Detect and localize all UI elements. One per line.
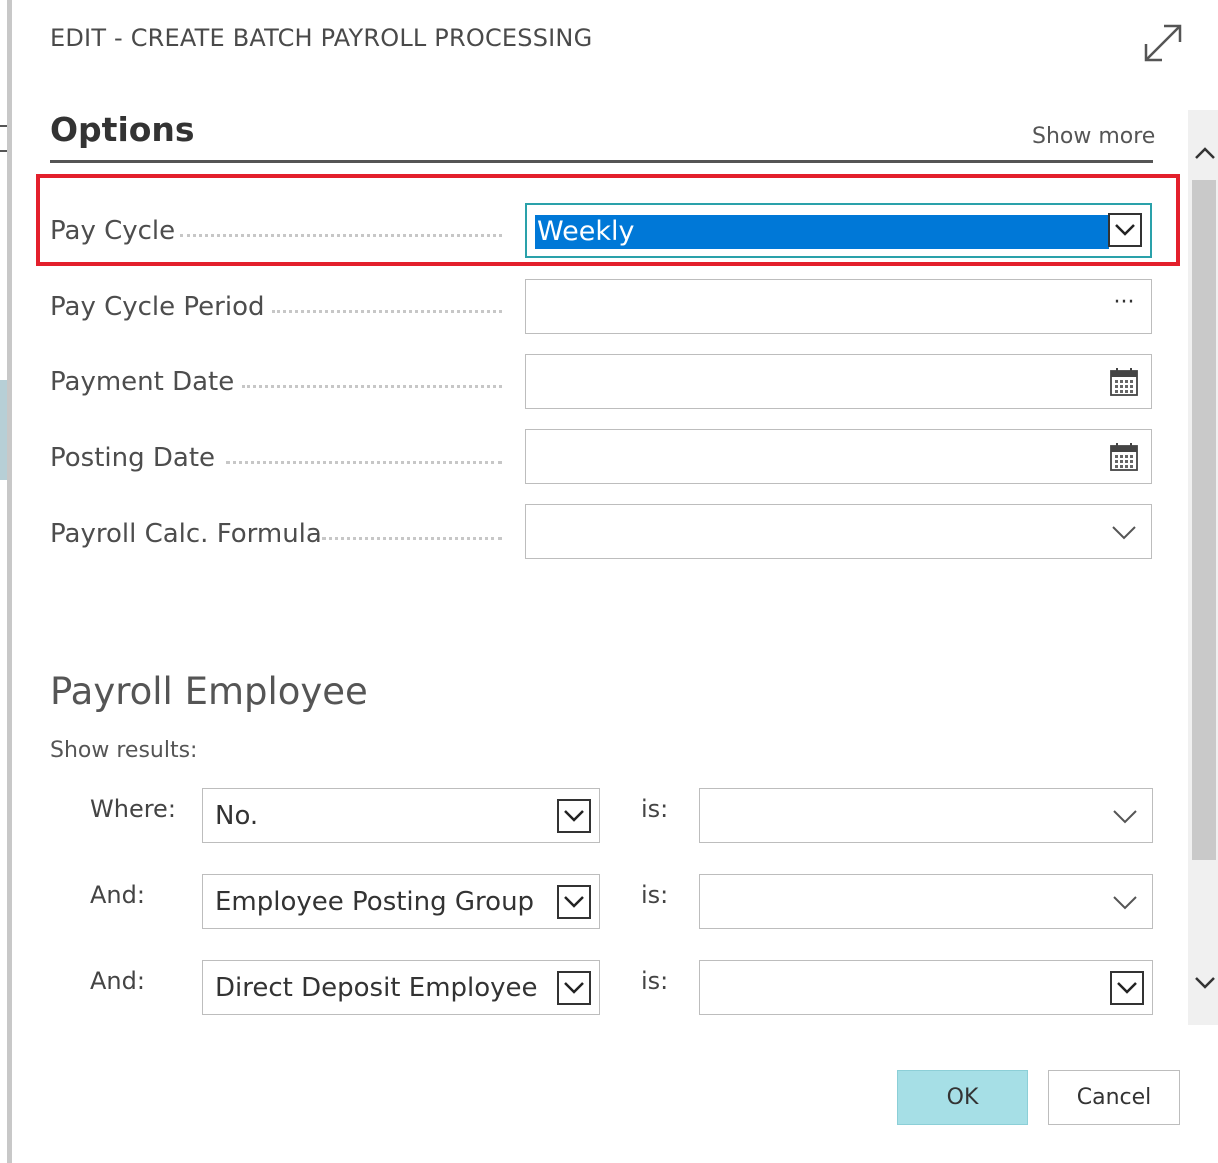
calendar-icon[interactable] bbox=[1109, 442, 1139, 472]
posting-date-label: Posting Date bbox=[50, 443, 216, 473]
scroll-up-icon[interactable] bbox=[1192, 140, 1218, 166]
chevron-down-icon[interactable] bbox=[557, 971, 591, 1005]
background-mark bbox=[0, 125, 7, 127]
scroll-down-icon[interactable] bbox=[1192, 970, 1218, 996]
filter-conjunction: And: bbox=[90, 967, 145, 995]
filter-field-value: Employee Posting Group bbox=[215, 887, 535, 917]
filter-field-value: Direct Deposit Employee bbox=[215, 973, 538, 1003]
leader-dots bbox=[226, 461, 502, 464]
pay-cycle-period-label: Pay Cycle Period bbox=[50, 292, 265, 322]
chevron-down-icon[interactable] bbox=[557, 799, 591, 833]
options-heading: Options bbox=[50, 110, 195, 149]
payment-date-field[interactable] bbox=[525, 354, 1152, 409]
is-label: is: bbox=[641, 795, 669, 823]
chevron-down-icon[interactable] bbox=[1110, 971, 1144, 1005]
filter-value-select[interactable] bbox=[699, 788, 1153, 843]
leader-dots bbox=[272, 310, 502, 313]
chevron-down-icon[interactable] bbox=[1110, 887, 1140, 917]
filter-field-select[interactable]: No. bbox=[202, 788, 600, 843]
is-label: is: bbox=[641, 881, 669, 909]
calendar-icon[interactable] bbox=[1109, 367, 1139, 397]
background-mark bbox=[0, 380, 7, 480]
cancel-button[interactable]: Cancel bbox=[1048, 1070, 1180, 1125]
expand-icon[interactable] bbox=[1138, 18, 1188, 68]
highlight-annotation bbox=[36, 174, 1180, 266]
ellipsis-icon[interactable]: ··· bbox=[1109, 292, 1139, 322]
leader-dots bbox=[322, 537, 502, 540]
scrollbar-thumb[interactable] bbox=[1192, 180, 1216, 860]
ok-button[interactable]: OK bbox=[897, 1070, 1028, 1125]
payroll-calc-formula-select[interactable] bbox=[525, 504, 1152, 559]
payroll-employee-heading: Payroll Employee bbox=[50, 670, 368, 713]
chevron-down-icon[interactable] bbox=[1110, 801, 1140, 831]
filter-field-value: No. bbox=[215, 801, 259, 831]
show-results-label: Show results: bbox=[50, 738, 198, 763]
filter-field-select[interactable]: Employee Posting Group bbox=[202, 874, 600, 929]
is-label: is: bbox=[641, 967, 669, 995]
show-more-link[interactable]: Show more bbox=[1032, 124, 1155, 149]
leader-dots bbox=[242, 385, 502, 388]
filter-value-select[interactable] bbox=[699, 874, 1153, 929]
pay-cycle-period-field[interactable]: ··· bbox=[525, 279, 1152, 334]
section-divider bbox=[50, 160, 1153, 163]
filter-conjunction: And: bbox=[90, 881, 145, 909]
chevron-down-icon[interactable] bbox=[557, 885, 591, 919]
payroll-calc-formula-label: Payroll Calc. Formula bbox=[50, 519, 322, 549]
filter-field-select[interactable]: Direct Deposit Employee bbox=[202, 960, 600, 1015]
posting-date-field[interactable] bbox=[525, 429, 1152, 484]
filter-value-select[interactable] bbox=[699, 960, 1153, 1015]
dialog-title: EDIT - CREATE BATCH PAYROLL PROCESSING bbox=[50, 24, 593, 52]
window-left-edge bbox=[7, 0, 12, 1163]
payment-date-label: Payment Date bbox=[50, 367, 235, 397]
filter-conjunction: Where: bbox=[90, 795, 176, 823]
background-mark bbox=[0, 150, 7, 152]
chevron-down-icon[interactable] bbox=[1109, 517, 1139, 547]
